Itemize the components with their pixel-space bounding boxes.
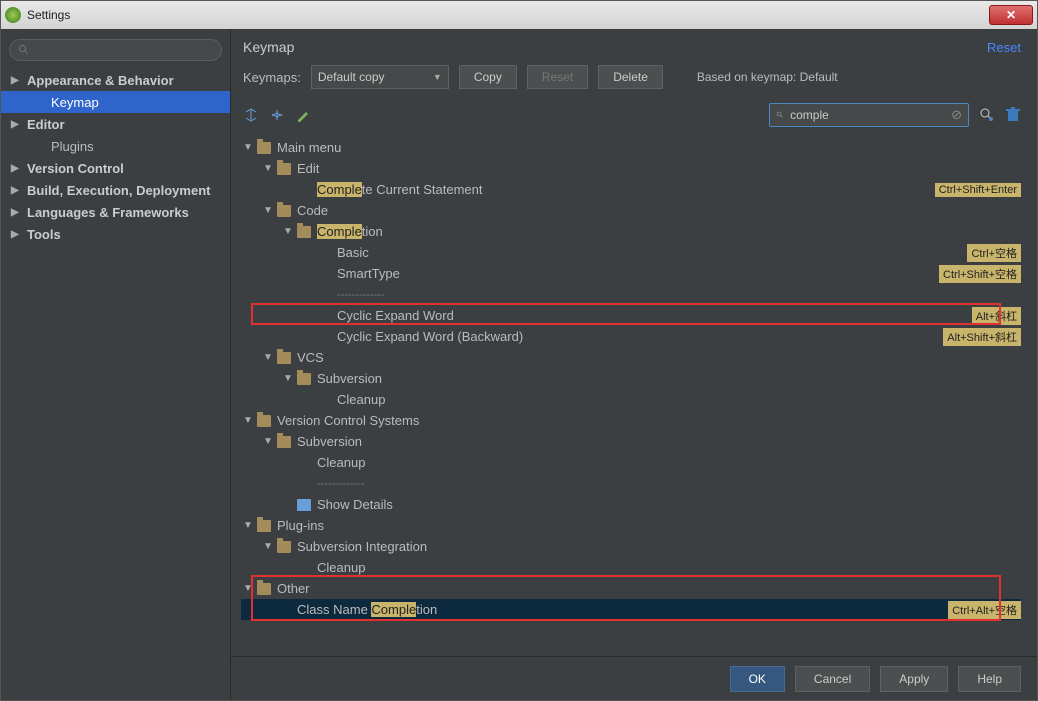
shortcut-badge: Ctrl+空格 bbox=[967, 244, 1021, 262]
tree-row[interactable]: Show Details bbox=[241, 494, 1021, 515]
action-search-input[interactable]: ⊘ bbox=[769, 103, 969, 127]
tree-row[interactable]: ▼Subversion Integration bbox=[241, 536, 1021, 557]
keymap-tree[interactable]: ▼Main menu▼EditComplete Current Statemen… bbox=[241, 137, 1021, 620]
tree-row[interactable]: Cleanup bbox=[241, 557, 1021, 578]
tree-row[interactable]: ▼Plug-ins bbox=[241, 515, 1021, 536]
tree-row[interactable]: ▼Main menu bbox=[241, 137, 1021, 158]
tree-row[interactable]: ▼Subversion bbox=[241, 368, 1021, 389]
page-title: Keymap bbox=[243, 39, 294, 55]
sidebar-item-plugins[interactable]: Plugins bbox=[1, 135, 230, 157]
folder-icon bbox=[297, 226, 311, 238]
window-close-button[interactable]: ✕ bbox=[989, 5, 1033, 25]
tree-row[interactable]: ------------- bbox=[241, 284, 1021, 305]
collapse-all-icon[interactable] bbox=[269, 107, 285, 123]
cancel-button[interactable]: Cancel bbox=[795, 666, 870, 692]
reset-link[interactable]: Reset bbox=[987, 40, 1021, 55]
expand-all-icon[interactable] bbox=[243, 107, 259, 123]
reset-button[interactable]: Reset bbox=[527, 65, 588, 89]
folder-icon bbox=[277, 163, 291, 175]
sidebar-item-version-control[interactable]: ▶Version Control bbox=[1, 157, 230, 179]
titlebar: Settings ✕ bbox=[1, 1, 1037, 29]
action-search-field[interactable] bbox=[788, 107, 947, 123]
sidebar-item-keymap[interactable]: Keymap bbox=[1, 91, 230, 113]
help-button[interactable]: Help bbox=[958, 666, 1021, 692]
tree-row[interactable]: Cyclic Expand WordAlt+斜杠 bbox=[241, 305, 1021, 326]
tree-row[interactable]: BasicCtrl+空格 bbox=[241, 242, 1021, 263]
settings-sidebar: ▶Appearance & BehaviorKeymap▶EditorPlugi… bbox=[1, 29, 231, 700]
folder-icon bbox=[277, 541, 291, 553]
tree-row[interactable]: ------------- bbox=[241, 473, 1021, 494]
shortcut-badge: Ctrl+Shift+Enter bbox=[935, 183, 1021, 197]
window-title: Settings bbox=[27, 8, 70, 22]
folder-icon bbox=[257, 520, 271, 532]
tree-row[interactable]: ▼Version Control Systems bbox=[241, 410, 1021, 431]
sidebar-item-appearance-behavior[interactable]: ▶Appearance & Behavior bbox=[1, 69, 230, 91]
search-icon bbox=[776, 109, 784, 121]
shortcut-badge: Alt+Shift+斜杠 bbox=[943, 328, 1021, 346]
shortcut-badge: Ctrl+Shift+空格 bbox=[939, 265, 1021, 283]
clear-search-icon[interactable]: ⊘ bbox=[951, 107, 962, 123]
folder-icon bbox=[257, 415, 271, 427]
tree-row[interactable]: Cleanup bbox=[241, 452, 1021, 473]
edit-icon[interactable] bbox=[295, 107, 311, 123]
shortcut-badge: Ctrl+Alt+空格 bbox=[948, 601, 1021, 619]
shortcut-badge: Alt+斜杠 bbox=[972, 307, 1021, 325]
tree-row[interactable]: Complete Current StatementCtrl+Shift+Ent… bbox=[241, 179, 1021, 200]
tree-row[interactable]: ▼Edit bbox=[241, 158, 1021, 179]
app-logo-icon bbox=[5, 7, 21, 23]
tree-row[interactable]: Cyclic Expand Word (Backward)Alt+Shift+斜… bbox=[241, 326, 1021, 347]
ok-button[interactable]: OK bbox=[730, 666, 785, 692]
folder-icon bbox=[257, 583, 271, 595]
folder-icon bbox=[277, 436, 291, 448]
delete-button[interactable]: Delete bbox=[598, 65, 663, 89]
search-icon bbox=[18, 44, 30, 56]
detail-icon bbox=[297, 499, 311, 511]
keymaps-label: Keymaps: bbox=[243, 70, 301, 85]
tree-row[interactable]: ▼Code bbox=[241, 200, 1021, 221]
copy-button[interactable]: Copy bbox=[459, 65, 517, 89]
sidebar-item-editor[interactable]: ▶Editor bbox=[1, 113, 230, 135]
apply-button[interactable]: Apply bbox=[880, 666, 948, 692]
sidebar-item-build-execution-deployment[interactable]: ▶Build, Execution, Deployment bbox=[1, 179, 230, 201]
folder-icon bbox=[257, 142, 271, 154]
keymaps-value: Default copy bbox=[318, 70, 385, 84]
based-on-label: Based on keymap: Default bbox=[697, 70, 838, 84]
folder-icon bbox=[297, 373, 311, 385]
folder-icon bbox=[277, 352, 291, 364]
tree-row[interactable]: Class Name CompletionCtrl+Alt+空格 bbox=[241, 599, 1021, 620]
tree-row[interactable]: SmartTypeCtrl+Shift+空格 bbox=[241, 263, 1021, 284]
sidebar-item-tools[interactable]: ▶Tools bbox=[1, 223, 230, 245]
tree-row[interactable]: ▼Subversion bbox=[241, 431, 1021, 452]
keymaps-dropdown[interactable]: Default copy ▼ bbox=[311, 65, 449, 89]
sidebar-item-languages-frameworks[interactable]: ▶Languages & Frameworks bbox=[1, 201, 230, 223]
folder-icon bbox=[277, 205, 291, 217]
tree-row[interactable]: Cleanup bbox=[241, 389, 1021, 410]
find-shortcut-icon[interactable] bbox=[979, 107, 995, 123]
sidebar-search-input[interactable] bbox=[9, 39, 222, 61]
tree-row[interactable]: ▼VCS bbox=[241, 347, 1021, 368]
chevron-down-icon: ▼ bbox=[433, 72, 442, 82]
tree-row[interactable]: ▼Other bbox=[241, 578, 1021, 599]
delete-shortcut-icon[interactable] bbox=[1005, 107, 1021, 123]
tree-row[interactable]: ▼Completion bbox=[241, 221, 1021, 242]
